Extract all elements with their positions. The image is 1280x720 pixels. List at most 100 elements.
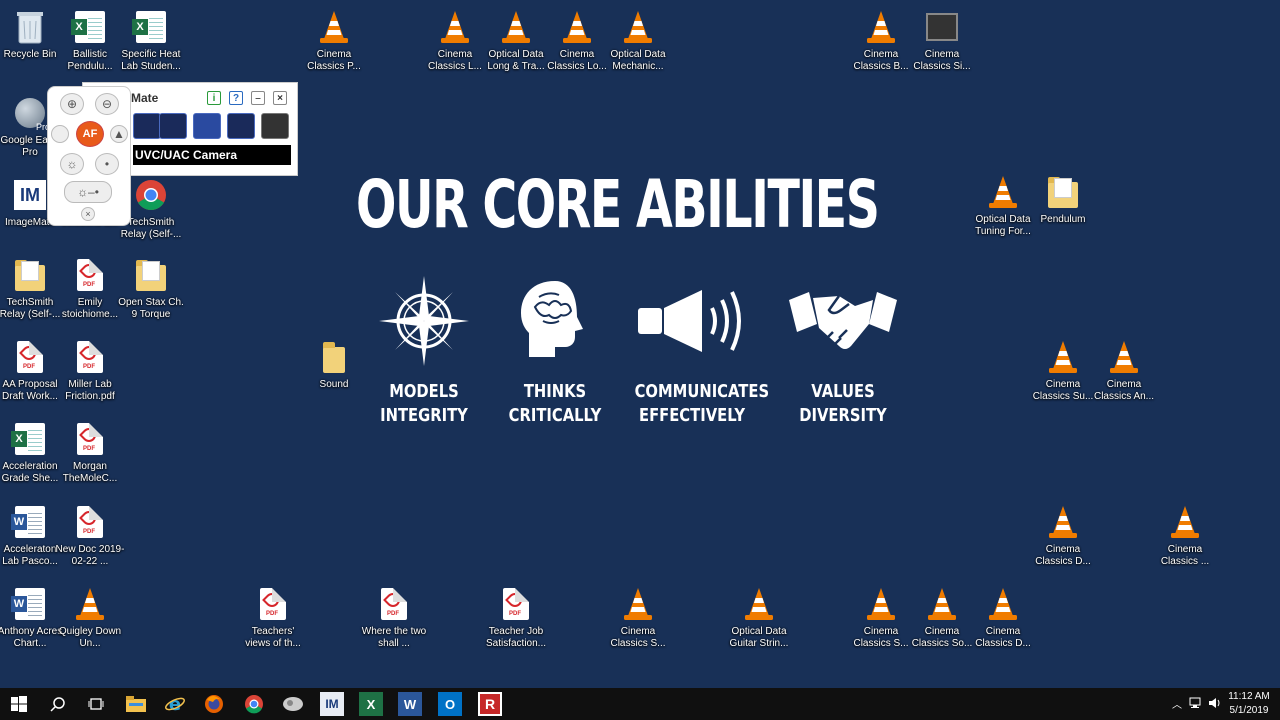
- show-hidden-icons-icon[interactable]: ︿: [1170, 696, 1184, 711]
- zoom-out-icon[interactable]: ⊖: [95, 93, 119, 115]
- chrome-icon: [133, 176, 169, 214]
- close-panel-icon[interactable]: ×: [81, 207, 95, 221]
- desktop-icon-vlc[interactable]: Cinema Classics B...: [848, 4, 914, 82]
- vlc-icon: [863, 585, 899, 623]
- file-explorer-icon[interactable]: [124, 692, 148, 716]
- chrome-icon[interactable]: [242, 692, 266, 716]
- vlc-icon: [985, 585, 1021, 623]
- pdf-file-icon: PDF: [72, 420, 108, 458]
- icon-label: Cinema Classics S...: [853, 626, 909, 649]
- record-button[interactable]: [159, 113, 187, 139]
- search-icon[interactable]: [46, 692, 70, 716]
- word-icon[interactable]: W: [398, 692, 422, 716]
- macro-icon[interactable]: [51, 125, 69, 143]
- desktop-icon-vlc[interactable]: Quigley Down Un...: [57, 581, 123, 659]
- vlc-icon: [1167, 503, 1203, 541]
- desktop-icon-vlc[interactable]: Cinema Classics L...: [422, 4, 488, 82]
- icon-label: Cinema Classics Lo...: [547, 49, 607, 72]
- icon-label: Quigley Down Un...: [58, 626, 122, 649]
- desktop-icon-vlc[interactable]: Optical Data Tuning For...: [970, 169, 1036, 247]
- desktop-icon-pdf[interactable]: PDF AA Proposal Draft Work...: [0, 334, 63, 412]
- info-icon[interactable]: i: [207, 91, 221, 105]
- desktop-icon-vlc[interactable]: Optical Data Long & Tra...: [483, 4, 549, 82]
- imagemate-icon: IM: [12, 176, 48, 214]
- desktop-icon-pdf[interactable]: PDF Where the two shall ...: [361, 581, 427, 659]
- desktop-icon-recycle-bin[interactable]: Recycle Bin: [0, 4, 63, 82]
- task-view-icon[interactable]: [84, 692, 108, 716]
- presentation-headline: OUR CORE ABILITIES: [356, 166, 880, 243]
- desktop-icon-vlc[interactable]: Cinema Classics D...: [1030, 499, 1096, 577]
- vlc-icon: [498, 8, 534, 46]
- desktop-icon-anthony[interactable]: W Anthony Acres Chart...: [0, 581, 63, 659]
- focus-dial-icon[interactable]: •: [95, 153, 119, 175]
- desktop-icon-pdf[interactable]: PDF Miller Lab Friction.pdf: [57, 334, 123, 412]
- landscape-icon[interactable]: ▲: [110, 125, 128, 143]
- timer-button[interactable]: [227, 113, 255, 139]
- desktop-icon-vlc[interactable]: Cinema Classics P...: [301, 4, 367, 82]
- google-earth-icon: Pro: [12, 94, 50, 132]
- snapshot-button[interactable]: [133, 113, 161, 139]
- help-icon[interactable]: ?: [229, 91, 243, 105]
- desktop-icon-pdf[interactable]: PDF Teacher Job Satisfaction...: [483, 581, 549, 659]
- icon-label: Miller Lab Friction.pdf: [65, 379, 115, 402]
- desktop-icon-vlc[interactable]: Optical Data Mechanic...: [605, 4, 671, 82]
- desktop-icon-pdf[interactable]: PDF New Doc 2019-02-22 ...: [56, 499, 124, 577]
- desktop-icon-pendulum[interactable]: Pendulum: [1030, 169, 1096, 247]
- icon-label: Teachers' views of th...: [245, 626, 301, 649]
- desktop-icon-vlc[interactable]: Cinema Classics So...: [909, 581, 975, 659]
- ability-values-diversity: VALUES DIVERSITY: [773, 276, 913, 428]
- windows-start-icon[interactable]: [7, 692, 31, 716]
- media-icon[interactable]: [281, 692, 305, 716]
- autofocus-button[interactable]: AF: [76, 121, 104, 147]
- handshake-icon: [773, 276, 913, 366]
- camera-device-select[interactable]: UVC/UAC Camera: [133, 145, 291, 165]
- desktop-icon-ballistic[interactable]: X Ballistic Pendulu...: [57, 4, 123, 82]
- desktop-icon-pdf[interactable]: PDF Morgan TheMoleC...: [57, 416, 123, 494]
- desktop-icon-vlc[interactable]: Cinema Classics Su...: [1030, 334, 1096, 412]
- ability-line1: COMMUNICATES: [634, 381, 770, 402]
- compass-icon: [354, 276, 494, 366]
- desktop-icon-vlc[interactable]: Cinema Classics ...: [1152, 499, 1218, 577]
- desktop-icon-vlc[interactable]: Optical Data Guitar Strin...: [726, 581, 792, 659]
- folder-icon: [15, 260, 45, 291]
- brain-icon: [485, 276, 625, 366]
- network-icon[interactable]: [1189, 696, 1203, 710]
- ability-line1: MODELS: [389, 381, 459, 402]
- system-clock[interactable]: 11:12 AM 5/1/2019: [1220, 690, 1278, 718]
- desktop-icon-techsmith[interactable]: TechSmith Relay (Self-...: [0, 252, 63, 330]
- desktop-icon-vlc[interactable]: Cinema Classics D...: [970, 581, 1036, 659]
- vlc-icon: [559, 8, 595, 46]
- settings-button[interactable]: [261, 113, 289, 139]
- firefox-icon[interactable]: [202, 692, 226, 716]
- desktop-icon-pdf[interactable]: PDF Emily stoichiome...: [57, 252, 123, 330]
- zoom-in-icon[interactable]: ⊕: [60, 93, 84, 115]
- desktop-icon-vlc[interactable]: Cinema Classics An...: [1091, 334, 1157, 412]
- ability-line2: CRITICALLY: [508, 405, 602, 426]
- brightness-slider[interactable]: ☼‒•: [64, 181, 112, 203]
- minimize-icon[interactable]: –: [251, 91, 265, 105]
- desktop-icon-acceleraton-lab[interactable]: W Acceleraton Lab Pasco...: [0, 499, 63, 577]
- clock-time: 11:12 AM: [1228, 691, 1270, 702]
- brightness-icon[interactable]: ☼: [60, 153, 84, 175]
- desktop-icon-video[interactable]: Cinema Classics Si...: [909, 4, 975, 82]
- desktop-icon-openstax[interactable]: Open Stax Ch. 9 Torque: [118, 252, 184, 330]
- excel-icon[interactable]: X: [359, 692, 383, 716]
- video-button[interactable]: [193, 113, 221, 139]
- word-file-icon: W: [11, 588, 45, 620]
- close-icon[interactable]: ×: [273, 91, 287, 105]
- relay-icon[interactable]: R: [478, 692, 502, 716]
- pdf-file-icon: PDF: [72, 503, 108, 541]
- desktop-icon-pdf[interactable]: PDF Teachers' views of th...: [240, 581, 306, 659]
- pdf-file-icon: PDF: [376, 585, 412, 623]
- icon-label: Cinema Classics Si...: [913, 49, 971, 72]
- desktop-icon-acceleration-grade[interactable]: X Acceleration Grade She...: [0, 416, 63, 494]
- desktop-icon-specific-heat[interactable]: X Specific Heat Lab Studen...: [118, 4, 184, 82]
- svg-text:e: e: [169, 694, 181, 714]
- internet-explorer-icon[interactable]: e: [163, 692, 187, 716]
- desktop-icon-vlc[interactable]: Cinema Classics Lo...: [544, 4, 610, 82]
- icon-label: Cinema Classics Su...: [1032, 379, 1094, 402]
- desktop-icon-vlc[interactable]: Cinema Classics S...: [848, 581, 914, 659]
- imagemate-icon[interactable]: IM: [320, 692, 344, 716]
- outlook-icon[interactable]: O: [438, 692, 462, 716]
- desktop-icon-vlc[interactable]: Cinema Classics S...: [605, 581, 671, 659]
